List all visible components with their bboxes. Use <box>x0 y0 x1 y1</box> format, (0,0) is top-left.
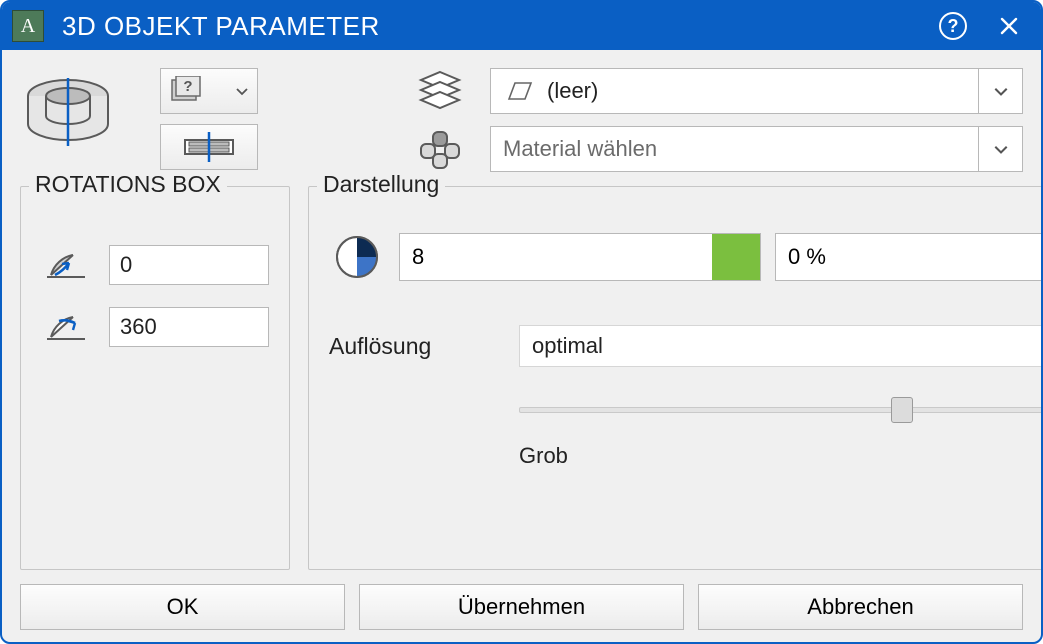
help-icon[interactable]: ? <box>939 12 967 40</box>
rotation-box-legend: ROTATIONS BOX <box>29 171 227 198</box>
smoothing-value-box <box>399 233 761 281</box>
smoothing-apply-button[interactable] <box>712 234 760 280</box>
smoothing-value-input[interactable] <box>400 234 712 280</box>
slider-thumb[interactable] <box>891 397 913 423</box>
app-icon <box>12 10 44 42</box>
object-preview-icon <box>20 68 140 172</box>
layer-dropdown[interactable]: (leer) <box>490 68 1023 114</box>
material-dropdown[interactable]: Material wählen <box>490 126 1023 172</box>
apply-button[interactable]: Übernehmen <box>359 584 684 630</box>
angle-end-input[interactable] <box>109 307 269 347</box>
section-view-button[interactable] <box>160 124 258 170</box>
display-group: Darstellung <box>308 186 1043 570</box>
material-icon <box>410 128 470 170</box>
resolution-slider[interactable] <box>519 397 1043 425</box>
resolution-selected: optimal <box>532 333 603 359</box>
rotation-box-group: ROTATIONS BOX <box>20 186 290 570</box>
smoothing-percent-box <box>775 233 1043 281</box>
layer-selected-label: (leer) <box>547 78 598 104</box>
resolution-dropdown[interactable]: optimal <box>519 325 1043 367</box>
smoothing-percent-input[interactable] <box>776 234 1043 280</box>
slider-track <box>519 407 1043 413</box>
resolution-label: Auflösung <box>329 333 519 360</box>
close-icon[interactable] <box>995 12 1023 40</box>
titlebar: 3D OBJEKT PARAMETER ? <box>2 2 1041 50</box>
svg-text:?: ? <box>183 78 192 95</box>
cancel-button[interactable]: Abbrechen <box>698 584 1023 630</box>
chevron-down-icon <box>978 69 1022 113</box>
angle-start-input[interactable] <box>109 245 269 285</box>
slider-min-label: Grob <box>519 443 568 469</box>
layers-icon <box>410 70 470 112</box>
style-picker-button[interactable]: ? <box>160 68 258 114</box>
smoothing-icon <box>329 229 385 285</box>
display-legend: Darstellung <box>317 171 445 198</box>
angle-end-icon <box>41 307 91 347</box>
angle-start-icon <box>41 245 91 285</box>
ok-button[interactable]: OK <box>20 584 345 630</box>
dialog-window: 3D OBJEKT PARAMETER ? <box>0 0 1043 644</box>
chevron-down-icon <box>978 127 1022 171</box>
material-placeholder: Material wählen <box>503 136 657 162</box>
window-title: 3D OBJEKT PARAMETER <box>62 11 939 42</box>
parallelogram-icon <box>503 79 533 103</box>
